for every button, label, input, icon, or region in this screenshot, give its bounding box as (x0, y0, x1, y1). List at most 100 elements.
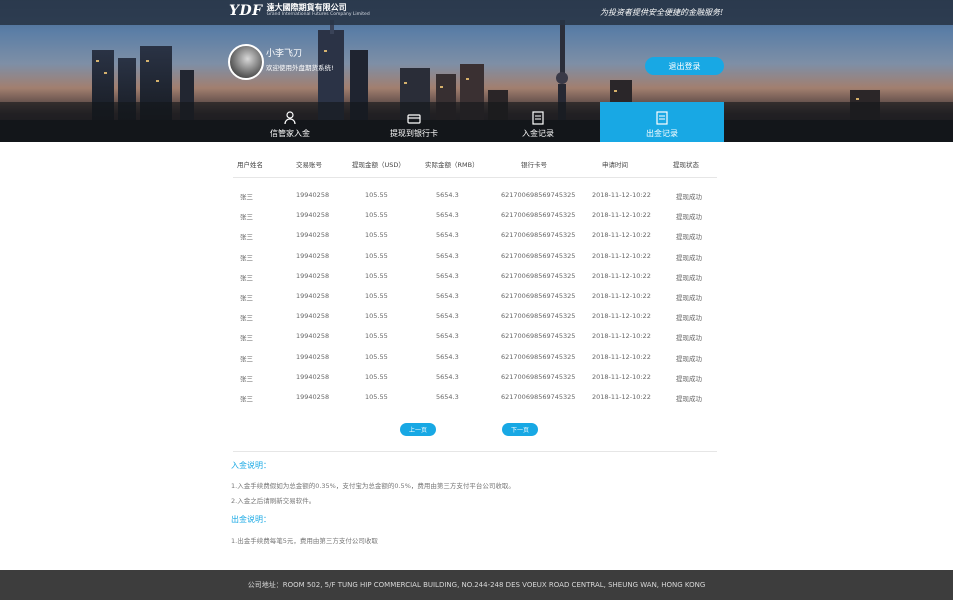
apply-time-cell: 2018-11-12-10:22 (592, 291, 651, 300)
table-row: 张三 19940258 105.55 5654.3 6217006985697453​2… (233, 188, 717, 208)
user-name-cell: 张三 (240, 293, 253, 302)
column-header-status: 提现状态 (673, 161, 699, 169)
card-number-cell: 6217006985697453​25 (501, 191, 576, 199)
company-logo[interactable]: YDF 遠大國際期貨有限公司 Grand International Futur… (229, 3, 370, 19)
apply-time-cell: 2018-11-12-10:22 (592, 251, 651, 260)
apply-time-cell: 2018-11-12-10:22 (592, 191, 651, 199)
withdraw-usd-cell: 105.55 (365, 291, 388, 300)
table-row: 张三 19940258 105.55 5654.3 621700698569745325… (233, 350, 717, 370)
card-number-cell: 621700698569745325 (501, 271, 576, 280)
next-page-button[interactable]: 下一页 (502, 423, 538, 436)
table-row: 张三 19940258 105.55 5654.3 621700698569745325… (233, 309, 717, 329)
withdraw-usd-cell: 105.55 (365, 211, 388, 220)
account-cell: 19940258 (296, 352, 330, 361)
account-cell: 19940258 (296, 332, 330, 341)
record-icon (600, 110, 724, 126)
actual-rmb-cell: 5654.3 (436, 271, 459, 280)
account-cell: 19940258 (296, 211, 330, 220)
card-number-cell: 621700698569745325 (501, 392, 576, 401)
actual-rmb-cell: 5654.3 (436, 251, 459, 260)
tab-withdraw-to-card[interactable]: 提现到银行卡 (352, 102, 476, 142)
top-bar: YDF 遠大國際期貨有限公司 Grand International Futur… (0, 0, 953, 25)
withdraw-usd-cell: 105.55 (365, 352, 388, 361)
apply-time-cell: 2018-11-12-10:22 (592, 271, 651, 280)
user-name-cell: 张三 (240, 334, 253, 343)
user-name-cell: 张三 (240, 314, 253, 323)
status-cell: 提现成功 (676, 293, 702, 302)
table-row: 张三 19940258 105.55 5654.3 621700698569745325… (233, 390, 717, 410)
column-header-user-name: 用户姓名 (237, 161, 263, 169)
status-cell: 提现成功 (676, 273, 702, 282)
user-name-cell: 张三 (240, 213, 253, 222)
account-cell: 19940258 (296, 392, 330, 401)
table-row: 张三 19940258 105.55 5654.3 621700698569745325… (233, 228, 717, 248)
column-header-account: 交易账号 (296, 161, 322, 169)
column-header-withdraw-usd: 提现金额（USD） (352, 161, 405, 169)
status-cell: 提现成功 (676, 314, 702, 323)
card-number-cell: 621700698569745325 (501, 332, 576, 341)
status-cell: 提现成功 (676, 334, 702, 343)
user-name-cell: 张三 (240, 233, 253, 242)
status-cell: 提现成功 (676, 233, 702, 242)
actual-rmb-cell: 5654.3 (436, 392, 459, 401)
table-row: 张三 19940258 105.55 5654.3 621700698569745325… (233, 329, 717, 349)
actual-rmb-cell: 5654.3 (436, 332, 459, 341)
tab-deposit-records[interactable]: 入金记录 (476, 102, 600, 142)
tab-withdraw-records[interactable]: 出金记录 (600, 102, 724, 142)
withdraw-usd-cell: 105.55 (365, 332, 388, 341)
column-header-card-number: 银行卡号 (521, 161, 547, 169)
account-cell: 19940258 (296, 271, 330, 280)
apply-time-cell: 2018-11-12-10:22 (592, 372, 651, 381)
prev-page-button[interactable]: 上一页 (400, 423, 436, 436)
apply-time-cell: 2018-11-12-10:22 (592, 352, 651, 361)
card-icon (352, 110, 476, 126)
deposit-note-line: 2.入金之后请刷新交易软件。 (231, 497, 316, 505)
actual-rmb-cell: 5654.3 (436, 312, 459, 321)
withdraw-usd-cell: 105.55 (365, 372, 388, 381)
apply-time-cell: 2018-11-12-10:22 (592, 332, 651, 341)
card-number-cell: 621700698569745325 (501, 312, 576, 321)
tab-label: 出金记录 (646, 129, 678, 138)
table-body: 张三 19940258 105.55 5654.3 6217006985697453​2… (233, 188, 717, 410)
deposit-note-line: 1.入金手续费假如为总金额的0.35%，支付宝为总金额的0.5%，费用由第三方支… (231, 482, 515, 490)
account-cell: 19940258 (296, 251, 330, 260)
card-number-cell: 621700698569745325 (501, 372, 576, 381)
table-row: 张三 19940258 105.55 5654.3 621700698569745325… (233, 289, 717, 309)
welcome-text: 欢迎使用外盘期货系统! (266, 64, 334, 72)
withdraw-usd-cell: 105.55 (365, 191, 388, 199)
divider (233, 451, 717, 452)
table-header: 用户姓名 交易账号 提现金额（USD） 实际金额（RMB） 银行卡号 申请时间 … (233, 150, 717, 178)
card-number-cell: 621700698569745325 (501, 251, 576, 260)
withdraw-notes-title: 出金说明： (231, 515, 271, 524)
avatar[interactable] (228, 44, 264, 80)
status-cell: 提现成功 (676, 374, 702, 383)
apply-time-cell: 2018-11-12-10:22 (592, 211, 651, 220)
actual-rmb-cell: 5654.3 (436, 372, 459, 381)
withdraw-usd-cell: 105.55 (365, 271, 388, 280)
card-number-cell: 621700698569745325 (501, 211, 576, 220)
actual-rmb-cell: 5654.3 (436, 352, 459, 361)
username: 小李飞刀 (266, 49, 303, 59)
user-name-cell: 张三 (240, 193, 253, 201)
card-number-cell: 621700698569745325 (501, 352, 576, 361)
actual-rmb-cell: 5654.3 (436, 191, 459, 199)
logout-button[interactable]: 退出登录 (645, 57, 724, 75)
table-row: 张三 19940258 105.55 5654.3 621700698569745325… (233, 370, 717, 390)
logo-mark: YDF (229, 3, 263, 19)
actual-rmb-cell: 5654.3 (436, 291, 459, 300)
account-cell: 19940258 (296, 291, 330, 300)
slogan: 为投资者提供安全便捷的金融服务! (600, 8, 724, 17)
table-row: 张三 19940258 105.55 5654.3 621700698569745325… (233, 208, 717, 228)
tab-label: 信管家入金 (270, 129, 310, 138)
account-cell: 19940258 (296, 372, 330, 381)
tab-deposit-xinguanjia[interactable]: 信管家入金 (228, 102, 352, 142)
company-address: 公司地址：ROOM 502, 5/F TUNG HIP COMMERCIAL B… (247, 581, 706, 589)
account-cell: 19940258 (296, 231, 330, 240)
record-icon (476, 110, 600, 126)
card-number-cell: 621700698569745325 (501, 291, 576, 300)
status-cell: 提现成功 (676, 213, 702, 222)
user-name-cell: 张三 (240, 354, 253, 363)
user-name-cell: 张三 (240, 253, 253, 262)
actual-rmb-cell: 5654.3 (436, 231, 459, 240)
footer: 公司地址：ROOM 502, 5/F TUNG HIP COMMERCIAL B… (0, 570, 953, 600)
